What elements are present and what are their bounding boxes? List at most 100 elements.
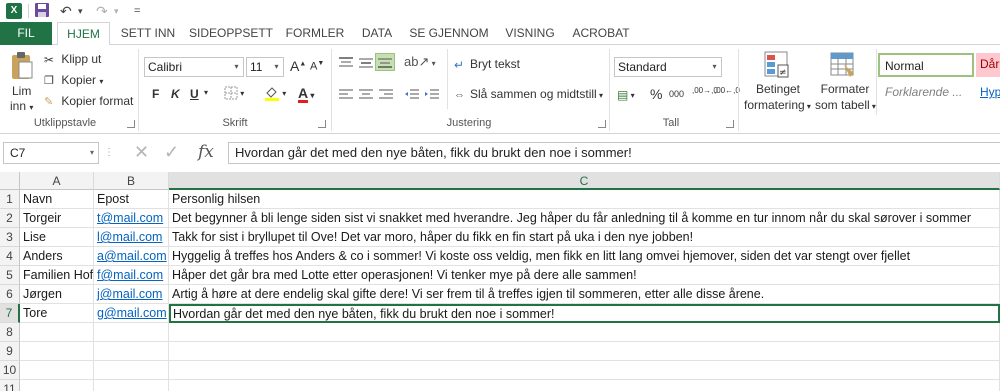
- customize-qat-icon[interactable]: =: [134, 2, 140, 20]
- font-name-select[interactable]: Calibri ▾: [144, 57, 244, 77]
- borders-button[interactable]: ▾: [224, 85, 244, 100]
- font-size-select[interactable]: 11 ▾: [246, 57, 284, 77]
- column-header-b[interactable]: B: [94, 172, 169, 190]
- tab-fil[interactable]: FIL: [0, 22, 52, 45]
- row-header[interactable]: 4: [0, 247, 20, 266]
- cell-email[interactable]: Epost: [94, 190, 169, 209]
- currency-button[interactable]: ▤ ▾: [617, 87, 635, 102]
- fill-color-button[interactable]: ▾: [264, 85, 286, 101]
- percent-button[interactable]: %: [650, 86, 662, 102]
- tab-data[interactable]: DATA: [354, 22, 400, 46]
- cell-greeting[interactable]: Artig å høre at dere endelig skal gifte …: [169, 285, 1000, 304]
- increase-decimal-button[interactable]: ,00→,0: [692, 87, 718, 95]
- row-header[interactable]: 8: [0, 323, 20, 342]
- align-top-button[interactable]: [338, 55, 354, 70]
- font-color-button[interactable]: A ▾: [298, 85, 314, 103]
- format-as-table-button-2[interactable]: som tabell ▾: [815, 98, 876, 112]
- conditional-format-button-2[interactable]: formatering ▾: [744, 98, 811, 112]
- cell-name[interactable]: Anders: [20, 247, 94, 266]
- cell-name[interactable]: [20, 323, 94, 342]
- cell-greeting[interactable]: Det begynner å bli lenge siden sist vi s…: [169, 209, 1000, 228]
- style-bad[interactable]: Dårl: [976, 53, 1000, 77]
- cell-name[interactable]: [20, 361, 94, 380]
- column-header-c[interactable]: C: [169, 172, 1000, 190]
- cut-button[interactable]: ✂ Klipp ut: [44, 52, 101, 67]
- align-middle-button[interactable]: [358, 55, 374, 70]
- style-explanatory[interactable]: Forklarende ...: [880, 81, 974, 105]
- number-format-select[interactable]: Standard ▾: [614, 57, 722, 77]
- row-header[interactable]: 7: [0, 304, 20, 323]
- tab-se-gjennom[interactable]: SE GJENNOM: [404, 22, 494, 46]
- insert-function-icon[interactable]: fx: [198, 142, 214, 162]
- alignment-launcher-icon[interactable]: [598, 120, 606, 128]
- cell-name[interactable]: Lise: [20, 228, 94, 247]
- cancel-icon[interactable]: ✕: [134, 142, 149, 163]
- cell-name[interactable]: Jørgen: [20, 285, 94, 304]
- italic-button[interactable]: K: [171, 87, 180, 101]
- format-painter-button[interactable]: ✎ Kopier format: [44, 94, 133, 108]
- format-as-table-button[interactable]: Formater: [817, 82, 873, 96]
- cell-name[interactable]: [20, 380, 94, 391]
- tab-formler[interactable]: FORMLER: [280, 22, 350, 46]
- cell-name[interactable]: Tore: [20, 304, 94, 323]
- column-header-a[interactable]: A: [20, 172, 94, 190]
- align-bottom-button[interactable]: [375, 53, 395, 71]
- row-header[interactable]: 3: [0, 228, 20, 247]
- cell-email[interactable]: [94, 380, 169, 391]
- redo-dropdown-icon[interactable]: ▾: [114, 2, 119, 20]
- tab-sideoppsett[interactable]: SIDEOPPSETT: [186, 22, 276, 46]
- cell-greeting[interactable]: [169, 342, 1000, 361]
- cell-greeting[interactable]: [169, 361, 1000, 380]
- enter-icon[interactable]: ✓: [164, 142, 179, 163]
- row-header[interactable]: 6: [0, 285, 20, 304]
- align-center-button[interactable]: [358, 87, 374, 102]
- cell-name[interactable]: [20, 342, 94, 361]
- tab-sett-inn[interactable]: SETT INN: [114, 22, 182, 46]
- cell-greeting[interactable]: [169, 323, 1000, 342]
- align-left-button[interactable]: [338, 87, 354, 102]
- cell-email[interactable]: a@mail.com: [94, 247, 169, 266]
- cell-greeting[interactable]: Hyggelig å treffes hos Anders & co i som…: [169, 247, 1000, 266]
- bold-button[interactable]: F: [152, 87, 159, 101]
- row-header[interactable]: 5: [0, 266, 20, 285]
- cell-email[interactable]: [94, 342, 169, 361]
- row-header[interactable]: 1: [0, 190, 20, 209]
- increase-indent-button[interactable]: [424, 87, 440, 102]
- cell-greeting[interactable]: Takk for sist i bryllupet til Ove! Det v…: [169, 228, 1000, 247]
- number-launcher-icon[interactable]: [726, 120, 734, 128]
- style-normal[interactable]: Normal: [878, 53, 974, 77]
- font-launcher-icon[interactable]: [318, 120, 326, 128]
- cell-greeting[interactable]: [169, 380, 1000, 391]
- save-icon[interactable]: [34, 2, 50, 20]
- cell-email[interactable]: [94, 361, 169, 380]
- paste-button[interactable]: [10, 51, 34, 81]
- cell-name[interactable]: Familien Hof: [20, 266, 94, 285]
- thousands-button[interactable]: 000: [669, 89, 684, 99]
- copy-button[interactable]: ❐ Kopier ▾: [44, 73, 103, 87]
- clipboard-launcher-icon[interactable]: [127, 120, 135, 128]
- cell-email[interactable]: g@mail.com: [94, 304, 169, 323]
- wrap-text-button[interactable]: ↵ Bryt tekst: [454, 57, 520, 72]
- tab-acrobat[interactable]: ACROBAT: [566, 22, 636, 46]
- underline-dropdown-icon[interactable]: ▾: [204, 88, 208, 97]
- row-header[interactable]: 10: [0, 361, 20, 380]
- orientation-button[interactable]: ab↗ ▾: [404, 54, 436, 70]
- formula-input[interactable]: Hvordan går det med den nye båten, fikk …: [228, 142, 1000, 164]
- conditional-format-button[interactable]: Betinget: [750, 82, 806, 96]
- cell-email[interactable]: t@mail.com: [94, 209, 169, 228]
- style-hyperlink[interactable]: Hyp: [976, 81, 1000, 105]
- select-all-corner[interactable]: [0, 172, 20, 190]
- paste-dropdown-icon[interactable]: ▾: [29, 103, 33, 112]
- cell-name[interactable]: Navn: [20, 190, 94, 209]
- underline-button[interactable]: U: [190, 87, 199, 101]
- decrease-indent-button[interactable]: [404, 87, 420, 102]
- name-box[interactable]: C7 ▾: [3, 142, 99, 164]
- active-cell[interactable]: Hvordan går det med den nye båten, fikk …: [169, 304, 1000, 323]
- undo-icon[interactable]: ↶: [60, 2, 72, 20]
- cell-email[interactable]: f@mail.com: [94, 266, 169, 285]
- row-header[interactable]: 9: [0, 342, 20, 361]
- tab-hjem[interactable]: HJEM: [57, 22, 110, 46]
- cell-greeting[interactable]: Håper det går bra med Lotte etter operas…: [169, 266, 1000, 285]
- cell-email[interactable]: [94, 323, 169, 342]
- redo-icon[interactable]: ↷: [96, 2, 108, 20]
